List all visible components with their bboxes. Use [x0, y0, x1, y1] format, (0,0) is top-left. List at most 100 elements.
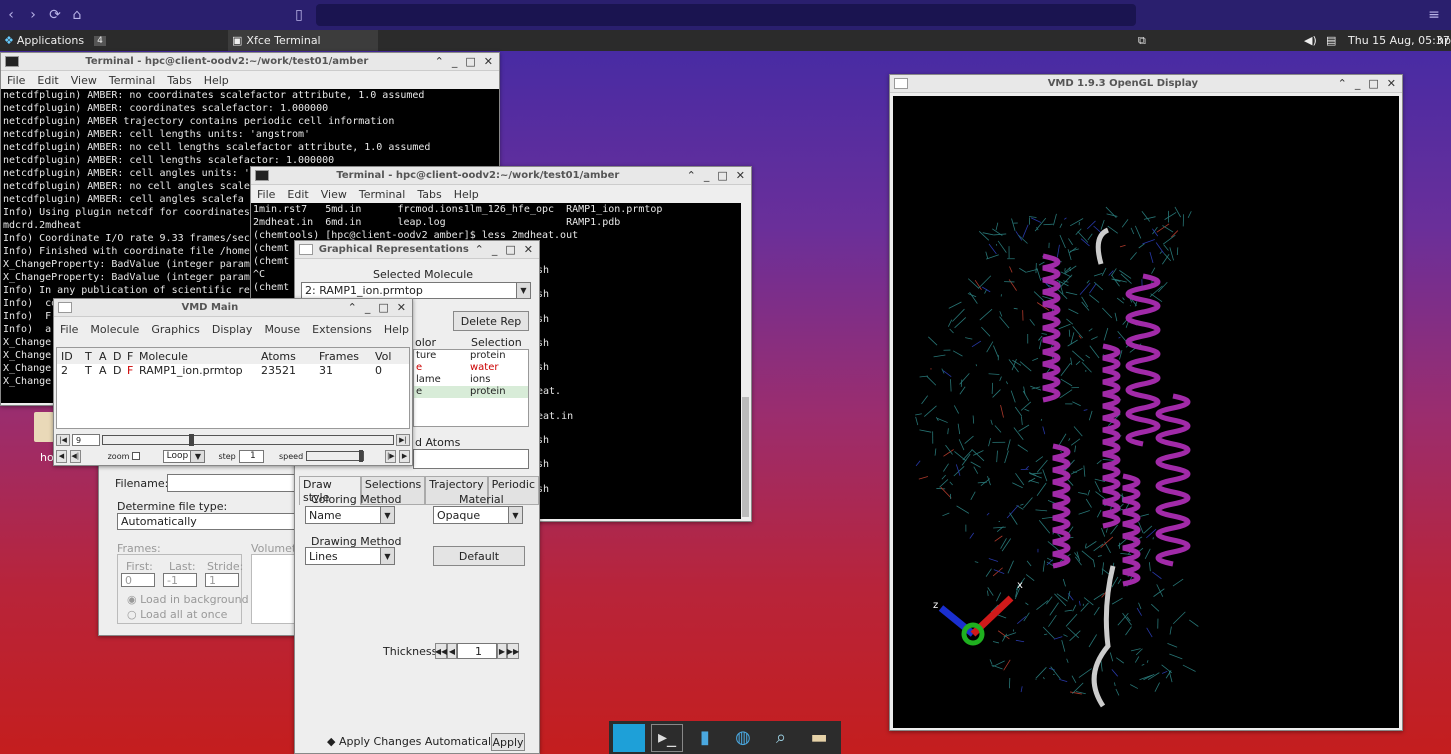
- apply-button[interactable]: Apply: [491, 733, 525, 751]
- frame-input[interactable]: 9: [72, 434, 100, 446]
- step-forward-icon[interactable]: |▶: [385, 449, 397, 463]
- menu-help[interactable]: Help: [454, 188, 479, 201]
- up-icon[interactable]: ⌃: [435, 55, 444, 68]
- speed-handle[interactable]: [359, 450, 364, 462]
- header-a[interactable]: A: [99, 350, 107, 363]
- first-input[interactable]: 0: [121, 573, 155, 587]
- play-reverse-icon[interactable]: ◀: [56, 449, 67, 463]
- minimize-icon[interactable]: _: [365, 301, 371, 314]
- selected-molecule-select[interactable]: 2: RAMP1_ion.prmtop ▼: [301, 282, 531, 299]
- terminal-icon[interactable]: ▸_: [651, 723, 683, 752]
- minimize-icon[interactable]: _: [704, 169, 710, 182]
- last-input[interactable]: -1: [163, 573, 197, 587]
- rep-row[interactable]: e water: [414, 362, 528, 374]
- rep-row[interactable]: lame ions: [414, 374, 528, 386]
- minimize-icon[interactable]: _: [1355, 77, 1361, 90]
- home-icon[interactable]: ⌂: [66, 7, 88, 23]
- clipboard-icon[interactable]: ▤: [1326, 34, 1336, 47]
- close-icon[interactable]: ✕: [736, 169, 745, 182]
- menu-view[interactable]: View: [71, 74, 97, 87]
- material-select[interactable]: Opaque ▼: [433, 506, 523, 524]
- maximize-icon[interactable]: □: [465, 55, 475, 68]
- coloring-method-select[interactable]: Name ▼: [305, 506, 395, 524]
- step-back-icon[interactable]: ◀|: [69, 449, 81, 463]
- bookmark-icon[interactable]: ▯: [288, 7, 310, 23]
- play-icon[interactable]: ▶: [399, 449, 411, 463]
- menu-help[interactable]: Help: [204, 74, 229, 87]
- header-f[interactable]: F: [127, 350, 133, 363]
- filename-input[interactable]: [167, 474, 299, 492]
- header-atoms[interactable]: Atoms: [261, 350, 296, 363]
- header-vol[interactable]: Vol: [375, 350, 391, 363]
- zoom-checkbox[interactable]: [132, 452, 140, 460]
- header-molecule[interactable]: Molecule: [139, 350, 188, 363]
- menu-terminal[interactable]: Terminal: [359, 188, 406, 201]
- maximize-icon[interactable]: □: [1368, 77, 1378, 90]
- back-icon[interactable]: ‹: [0, 7, 22, 23]
- menu-terminal[interactable]: Terminal: [109, 74, 156, 87]
- workspace-badge[interactable]: 4: [94, 35, 106, 46]
- file-type-select[interactable]: Automatically: [117, 513, 299, 530]
- default-button[interactable]: Default: [433, 546, 525, 566]
- titlebar[interactable]: Graphical Representations ⌃ _ □ ✕: [295, 241, 539, 259]
- volumetric-list[interactable]: [251, 554, 297, 624]
- last-frame-icon[interactable]: ▶|: [396, 434, 410, 446]
- molecule-list[interactable]: ID T A D F Molecule Atoms Frames Vol 2 T A D F RAMP1_…: [56, 347, 410, 429]
- stride-input[interactable]: 1: [205, 573, 239, 587]
- menu-tabs[interactable]: Tabs: [417, 188, 441, 201]
- decrement-icon[interactable]: ◀: [447, 643, 457, 659]
- up-icon[interactable]: ⌃: [475, 243, 484, 256]
- up-icon[interactable]: ⌃: [348, 301, 357, 314]
- menu-view[interactable]: View: [321, 188, 347, 201]
- titlebar[interactable]: VMD 1.9.3 OpenGL Display ⌃ _ □ ✕: [890, 75, 1402, 93]
- menu-file[interactable]: File: [257, 188, 275, 201]
- rep-row[interactable]: e protein: [414, 386, 528, 398]
- minimize-icon[interactable]: _: [492, 243, 498, 256]
- speed-slider[interactable]: [306, 450, 365, 462]
- increment-fast-icon[interactable]: ▶▶: [507, 643, 519, 659]
- folder-icon[interactable]: ▬: [803, 724, 835, 752]
- maximize-icon[interactable]: □: [505, 243, 515, 256]
- files-icon[interactable]: ▮: [689, 724, 721, 752]
- menu-file[interactable]: File: [60, 323, 78, 336]
- menu-tabs[interactable]: Tabs: [167, 74, 191, 87]
- header-id[interactable]: ID: [61, 350, 73, 363]
- reps-table[interactable]: ture protein e water lame ions e protein: [413, 349, 529, 427]
- up-icon[interactable]: ⌃: [1338, 77, 1347, 90]
- menu-graphics[interactable]: Graphics: [151, 323, 200, 336]
- clock[interactable]: Thu 15 Aug, 05:37: [1348, 34, 1450, 47]
- menu-molecule[interactable]: Molecule: [90, 323, 139, 336]
- thickness-value[interactable]: 1: [457, 643, 497, 659]
- loop-select[interactable]: Loop ▼: [162, 449, 206, 463]
- decrement-fast-icon[interactable]: ◀◀: [435, 643, 447, 659]
- titlebar[interactable]: VMD Main ⌃ _ □ ✕: [54, 299, 412, 317]
- slider-handle[interactable]: [189, 434, 194, 446]
- close-icon[interactable]: ✕: [397, 301, 406, 314]
- close-icon[interactable]: ✕: [484, 55, 493, 68]
- menu-mouse[interactable]: Mouse: [264, 323, 300, 336]
- increment-icon[interactable]: ▶: [497, 643, 507, 659]
- table-row[interactable]: 2 T A D F RAMP1_ion.prmtop 23521 31 0: [57, 364, 409, 378]
- first-frame-icon[interactable]: |◀: [56, 434, 70, 446]
- menu-extensions[interactable]: Extensions: [312, 323, 372, 336]
- reload-icon[interactable]: ⟳: [44, 7, 66, 23]
- forward-icon[interactable]: ›: [22, 7, 44, 23]
- selected-atoms-input[interactable]: [413, 449, 529, 469]
- menu-icon[interactable]: ≡: [1423, 7, 1445, 23]
- menu-help[interactable]: Help: [384, 323, 409, 336]
- opengl-canvas[interactable]: z x: [893, 96, 1399, 728]
- header-d[interactable]: D: [113, 350, 121, 363]
- header-t[interactable]: T: [85, 350, 92, 363]
- step-input[interactable]: 1: [238, 449, 264, 463]
- titlebar[interactable]: Terminal - hpc@client-oodv2:~/work/test0…: [1, 53, 499, 71]
- frame-slider[interactable]: [102, 434, 394, 446]
- thickness-stepper[interactable]: ◀◀ ◀ 1 ▶ ▶▶: [435, 643, 519, 659]
- url-bar[interactable]: [316, 4, 1136, 26]
- applications-menu[interactable]: Applications: [17, 34, 84, 47]
- rep-row[interactable]: ture protein: [414, 350, 528, 362]
- load-all-radio[interactable]: ○ Load all at once: [127, 608, 227, 621]
- close-icon[interactable]: ✕: [524, 243, 533, 256]
- user-label[interactable]: hpc: [1437, 34, 1451, 47]
- taskbar-item[interactable]: ▣ Xfce Terminal: [228, 30, 378, 51]
- load-bg-radio[interactable]: ◉ Load in background: [127, 593, 249, 606]
